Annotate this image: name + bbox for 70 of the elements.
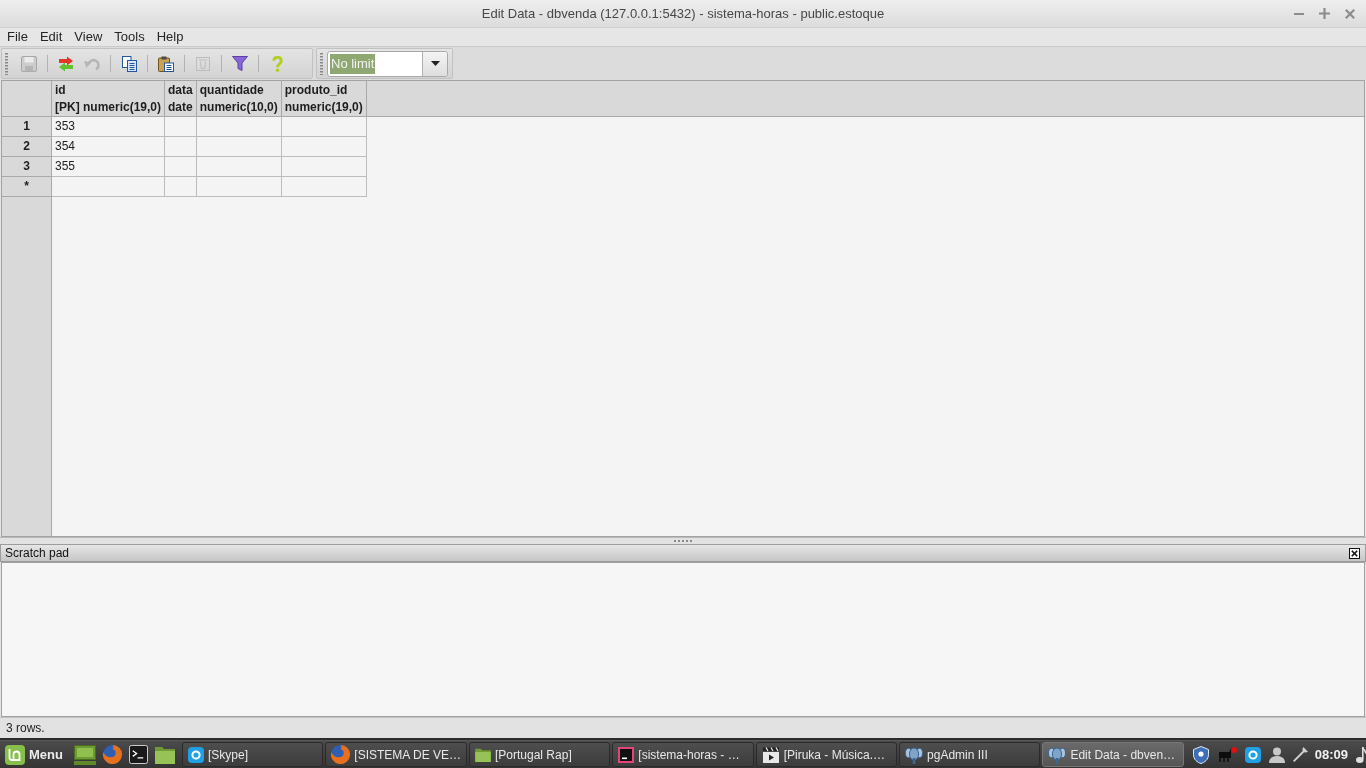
scratch-pad-field[interactable] [1,562,1365,717]
row-header[interactable]: 2 [2,137,52,157]
clock[interactable]: 08:09 [1314,747,1348,762]
table-cell: 354 [52,137,166,157]
table-cell [165,137,197,157]
taskbar-window-button[interactable]: [sistema-horas - … [612,742,754,767]
pen-icon[interactable] [1292,747,1308,762]
clapperboard-icon [761,746,780,763]
close-icon[interactable] [1349,547,1360,559]
row-header[interactable]: 1 [2,117,52,137]
column-type: numeric(19,0) [284,99,363,116]
menu-item[interactable]: File [1,29,34,45]
column-name: produto_id [284,82,348,99]
folder-icon [475,747,491,762]
app-icon [187,746,204,763]
column-type: numeric(10,0) [199,99,278,116]
grip-icon[interactable] [5,52,8,75]
menu-item[interactable]: Tools [108,29,151,45]
taskbar-window-button[interactable]: [Portugal Rap] [469,742,611,767]
menu-item[interactable]: View [68,29,109,45]
panel-title: Scratch pad [5,546,70,560]
column-header[interactable]: quantidade numeric(10,0) [196,81,282,117]
table-cell: 355 [52,157,166,177]
documents-icon[interactable] [121,55,137,72]
taskbar-window-button[interactable]: [Skype] [181,742,324,767]
folder-icon[interactable] [154,745,175,764]
dropdown-button[interactable] [422,51,447,76]
app-icon[interactable] [1244,746,1261,763]
row-header[interactable]: * [2,177,52,197]
menu-item[interactable]: Edit [33,29,69,45]
status-icon[interactable] [1216,747,1237,762]
menu-item[interactable]: Help [150,29,190,45]
column-type: date [168,99,193,116]
column-name: quantidade [199,82,264,99]
funnel-icon[interactable] [232,56,248,71]
column-header[interactable]: id [PK] numeric(19,0) [52,81,166,117]
table-cell [165,177,197,197]
column-type: [PK] numeric(19,0) [55,99,162,116]
column-name: data [168,82,193,99]
menu-button[interactable]: Menu [3,742,66,767]
row-header[interactable]: 3 [2,157,52,177]
monitor-icon[interactable] [73,744,96,765]
status-text: 3 rows. [6,721,45,735]
clipboard-icon[interactable] [158,55,174,72]
column-header[interactable]: data date [165,81,197,117]
table-cell: 353 [52,117,166,137]
logo-icon [5,744,25,765]
terminal-icon[interactable] [128,745,148,764]
shield-icon[interactable] [1192,745,1209,764]
app-icon [618,746,635,763]
elephant-icon [905,745,924,764]
swap-arrows-icon[interactable] [58,55,74,72]
taskbar-window-button[interactable]: [Piruka - Música.… [755,742,898,767]
caret-icon [430,61,440,66]
globe-icon[interactable] [102,745,122,764]
user-icon[interactable] [1268,746,1285,763]
taskbar-window-button[interactable]: Edit Data - dbven… [1042,742,1184,767]
window-title: Edit Data - dbvenda (127.0.0.1:5432) - sistema-horas - public.estoque [481,6,885,21]
column-name: id [55,82,66,99]
table-cell [165,117,197,137]
music-note-icon[interactable] [1355,746,1366,763]
table-cell [165,157,197,177]
maximize-icon[interactable] [1319,8,1330,19]
taskbar-window-button[interactable]: [SISTEMA DE VE… [325,742,467,767]
minimize-icon[interactable] [1294,12,1304,15]
globe-icon [331,745,351,764]
grip-icon[interactable] [320,52,323,75]
column-header[interactable]: produto_id numeric(19,0) [281,81,367,117]
taskbar-window-button[interactable]: pgAdmin III [899,742,1041,767]
elephant-icon [1048,745,1067,764]
